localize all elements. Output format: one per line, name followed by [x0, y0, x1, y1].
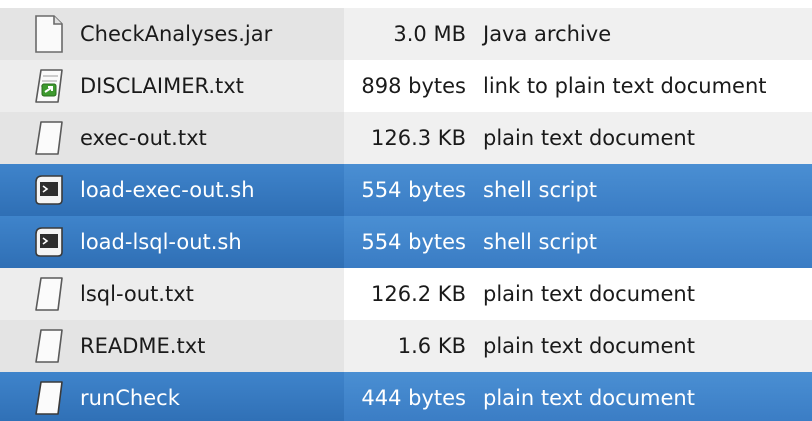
file-type: plain text document	[483, 282, 695, 306]
file-size: 3.0 MB	[393, 22, 466, 46]
text-document-icon	[35, 329, 63, 363]
file-row-selected[interactable]: load-lsql-out.sh 554 bytes shell script	[0, 216, 812, 268]
file-type: Java archive	[483, 22, 612, 46]
file-row-selected[interactable]: load-exec-out.sh 554 bytes shell script	[0, 164, 812, 216]
file-size: 126.2 KB	[371, 282, 466, 306]
shell-script-icon	[35, 175, 63, 205]
file-type: link to plain text document	[483, 74, 767, 98]
document-blank-icon	[35, 15, 63, 53]
file-type: shell script	[483, 230, 598, 254]
file-size: 126.3 KB	[371, 126, 466, 150]
file-size: 898 bytes	[361, 74, 466, 98]
file-name: lsql-out.txt	[80, 282, 194, 306]
file-list: CheckAnalyses.jar 3.0 MB Java archive DI…	[0, 0, 812, 421]
file-name: load-lsql-out.sh	[80, 230, 242, 254]
file-size: 444 bytes	[361, 386, 466, 410]
file-type: plain text document	[483, 334, 695, 358]
file-name: README.txt	[80, 334, 206, 358]
text-document-icon	[35, 381, 63, 415]
file-size: 554 bytes	[361, 178, 466, 202]
shell-script-icon	[35, 227, 63, 257]
file-size: 1.6 KB	[397, 334, 466, 358]
file-type: plain text document	[483, 386, 695, 410]
text-document-icon	[35, 121, 63, 155]
file-size: 554 bytes	[361, 230, 466, 254]
file-type: plain text document	[483, 126, 695, 150]
file-name: DISCLAIMER.txt	[80, 74, 244, 98]
file-type: shell script	[483, 178, 598, 202]
file-row[interactable]: exec-out.txt 126.3 KB plain text documen…	[0, 112, 812, 164]
file-row[interactable]: CheckAnalyses.jar 3.0 MB Java archive	[0, 8, 812, 60]
file-row-selected[interactable]: runCheck 444 bytes plain text document	[0, 372, 812, 421]
text-link-icon	[35, 69, 63, 103]
file-name: load-exec-out.sh	[80, 178, 255, 202]
text-document-icon	[35, 277, 63, 311]
file-name: runCheck	[80, 386, 180, 410]
file-row[interactable]: README.txt 1.6 KB plain text document	[0, 320, 812, 372]
file-row[interactable]: DISCLAIMER.txt 898 bytes link to plain t…	[0, 60, 812, 112]
file-row[interactable]: lsql-out.txt 126.2 KB plain text documen…	[0, 268, 812, 320]
file-name: exec-out.txt	[80, 126, 207, 150]
file-name: CheckAnalyses.jar	[80, 22, 273, 46]
